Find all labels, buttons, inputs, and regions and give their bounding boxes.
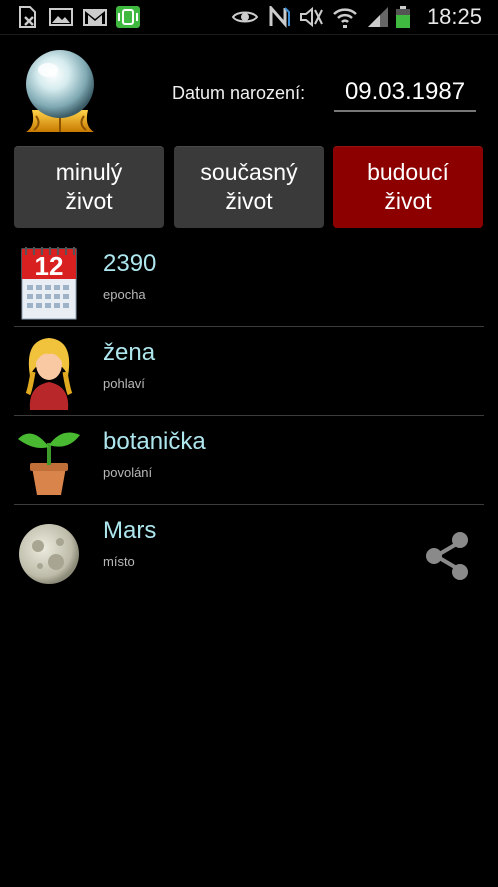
- item-subtitle: povolání: [103, 465, 153, 480]
- list-item-gender[interactable]: žena pohlaví: [14, 326, 484, 416]
- calendar-icon: 12: [21, 247, 77, 320]
- item-title: žena: [103, 339, 156, 366]
- item-subtitle: epocha: [103, 287, 146, 302]
- item-subtitle: místo: [103, 554, 135, 569]
- list-item-profession[interactable]: botanička povolání: [14, 415, 484, 505]
- tab-present-life[interactable]: současný život: [174, 146, 324, 228]
- phone-vibrate-icon: [116, 6, 140, 28]
- document-x-icon: [19, 6, 36, 28]
- list-item-place[interactable]: Mars místo: [14, 504, 484, 593]
- signal-icon: [368, 7, 388, 27]
- tab-future-life[interactable]: budoucí život: [333, 146, 483, 228]
- tab-present-life-label: současný život: [200, 159, 298, 214]
- plant-pot-icon: [18, 432, 80, 495]
- battery-icon: [396, 6, 410, 28]
- tab-future-life-label: budoucí život: [367, 159, 449, 214]
- woman-avatar-icon: [25, 338, 73, 410]
- image-icon: [49, 8, 73, 26]
- share-icon[interactable]: [424, 530, 472, 582]
- gmail-icon: [83, 9, 107, 26]
- wifi-icon: [333, 8, 357, 28]
- dob-label: Datum narození:: [172, 83, 306, 103]
- list-item-epoch[interactable]: 12 2390 epocha: [14, 237, 484, 327]
- tab-past-life-label: minulý život: [55, 159, 123, 214]
- crystal-ball-icon: [26, 50, 94, 132]
- item-title: 2390: [103, 250, 157, 277]
- eye-icon: [231, 11, 259, 23]
- mute-icon: [300, 6, 323, 28]
- item-subtitle: pohlaví: [103, 376, 145, 391]
- moon-planet-icon: [19, 524, 79, 584]
- nfc-icon: [269, 6, 290, 28]
- dob-input[interactable]: [334, 74, 476, 112]
- svg-text:12: 12: [35, 251, 64, 281]
- item-title: Mars: [103, 517, 157, 544]
- clock: 18:25: [426, 4, 482, 29]
- status-bar: 18:25: [0, 0, 498, 35]
- tab-past-life[interactable]: minulý život: [14, 146, 164, 228]
- dob-field[interactable]: [334, 72, 476, 112]
- item-title: botanička: [103, 428, 206, 455]
